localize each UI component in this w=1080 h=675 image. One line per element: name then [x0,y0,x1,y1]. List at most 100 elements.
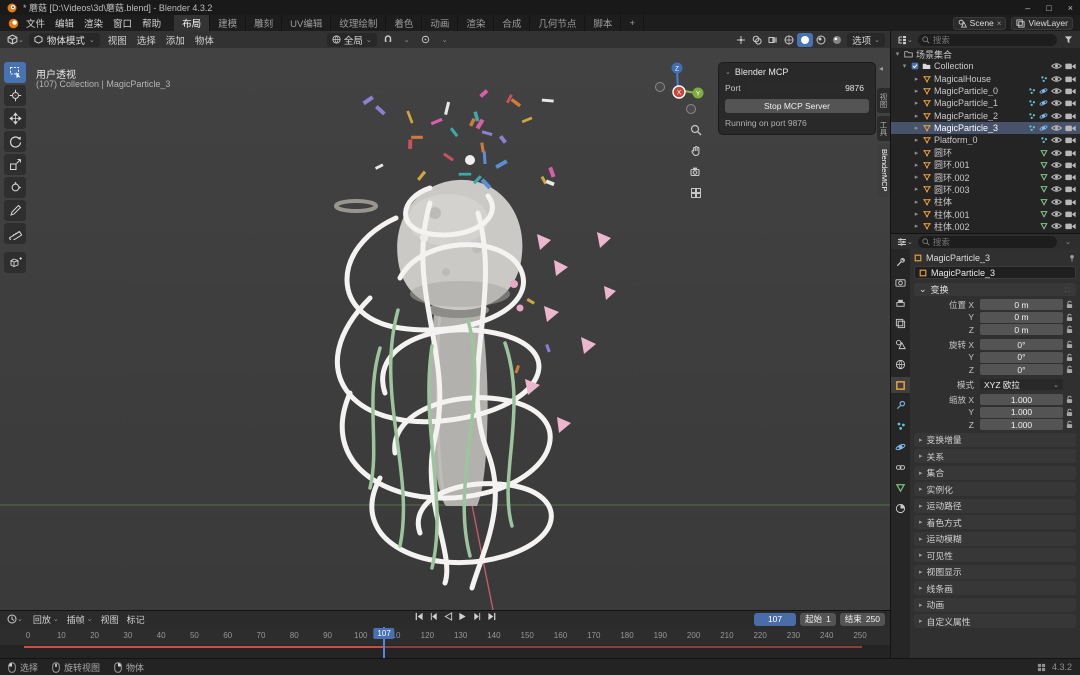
play-button[interactable] [458,612,467,621]
lock-icon[interactable] [1063,420,1076,429]
transform-value-field[interactable]: 0 m [980,299,1063,310]
properties-tab-tool[interactable] [891,254,911,270]
properties-tab-constraints[interactable] [891,459,911,475]
expand-arrow-icon[interactable]: ▸ [913,75,920,83]
hide-viewport-toggle[interactable] [1051,124,1062,132]
tool-annotate-button[interactable] [4,200,26,221]
outliner-item[interactable]: ▸ 柱体.001 [891,208,1080,220]
scene-selector[interactable]: Scene × [953,17,1007,30]
workspace-tab-animation[interactable]: 动画 [422,15,458,31]
workspace-tab-scripting[interactable]: 脚本 [585,15,621,31]
show-overlays-icon[interactable] [749,33,765,47]
expand-arrow-icon[interactable]: ▸ [913,87,920,95]
timeline-menu-playback[interactable]: 回放⌄ [29,613,63,626]
tool-cursor-button[interactable] [4,85,26,106]
property-section-header[interactable]: ▸着色方式 [914,515,1076,529]
properties-tab-material[interactable] [891,500,911,516]
lock-icon[interactable] [1063,300,1076,309]
hide-render-toggle[interactable] [1065,75,1076,83]
hide-viewport-toggle[interactable] [1051,62,1062,70]
proportional-editing-icon[interactable] [418,33,434,47]
hide-render-toggle[interactable] [1065,149,1076,157]
hide-render-toggle[interactable] [1065,161,1076,169]
hide-viewport-toggle[interactable] [1051,99,1062,107]
navigation-gizmo[interactable]: Z Y X [650,54,710,116]
outliner-item[interactable]: ▸ 圆环.001 [891,159,1080,171]
outliner-item[interactable]: ▸ Platform_0 [891,134,1080,146]
workspace-tab-texture-paint[interactable]: 纹理绘制 [331,15,386,31]
hide-render-toggle[interactable] [1065,210,1076,218]
camera-view-icon[interactable] [688,164,704,180]
hide-render-toggle[interactable] [1065,222,1076,230]
transform-value-field[interactable]: 0 m [980,312,1063,323]
sidebar-tab-视图[interactable]: 视图 [877,88,890,113]
outliner-item[interactable]: ▸ 圆环.003 [891,183,1080,195]
expand-arrow-icon[interactable]: ▸ [913,210,920,218]
workspace-tab-uv-editing[interactable]: UV编辑 [282,15,331,31]
timeline-menu-keying[interactable]: 插帧⌄ [63,613,97,626]
viewport-menu-select[interactable]: 选择 [132,33,161,47]
hide-viewport-toggle[interactable] [1051,161,1062,169]
expand-arrow-icon[interactable]: ▸ [913,198,920,206]
lock-icon[interactable] [1063,313,1076,322]
lock-icon[interactable] [1063,365,1076,374]
workspace-tab-add[interactable]: + [621,15,644,31]
toggle-xray-icon[interactable] [765,33,781,47]
sidebar-collapse-icon[interactable]: ◂ [879,64,883,73]
hide-render-toggle[interactable] [1065,62,1076,70]
properties-tab-particles[interactable] [891,418,911,434]
transform-panel-header[interactable]: ⌄ 变换 :: [914,283,1076,296]
expand-arrow-icon[interactable]: ▸ [913,124,920,132]
transform-value-field[interactable]: 0° [980,352,1063,363]
properties-tab-view-layer[interactable] [891,316,911,332]
property-section-header[interactable]: ▸变换增量 [914,433,1076,447]
outliner-item[interactable]: ▸ MagicalHouse [891,73,1080,85]
tool-select-box-button[interactable] [4,62,26,83]
transform-value-field[interactable]: 0° [980,339,1063,350]
filter-icon[interactable] [1060,33,1076,47]
transform-value-field[interactable]: 1.000 [980,394,1063,405]
prev-keyframe-button[interactable] [429,612,439,621]
properties-tab-object-data[interactable] [891,480,911,496]
zoom-icon[interactable] [688,122,704,138]
viewport-menu-view[interactable]: 视图 [103,33,132,47]
property-section-header[interactable]: ▸线条画 [914,581,1076,595]
expand-arrow-icon[interactable]: ▸ [913,149,920,157]
jump-to-end-button[interactable] [487,612,497,621]
hide-viewport-toggle[interactable] [1051,210,1062,218]
timeline-menu-view[interactable]: 视图 [97,613,123,626]
hide-render-toggle[interactable] [1065,124,1076,132]
port-field[interactable]: 9876 [747,82,869,94]
hide-viewport-toggle[interactable] [1051,112,1062,120]
object-name-field[interactable]: MagicParticle_3 [914,266,1076,279]
close-button[interactable]: × [1068,3,1073,13]
tool-move-button[interactable] [4,108,26,129]
stop-mcp-server-button[interactable]: Stop MCP Server [725,99,869,113]
workspace-tab-layout[interactable]: 布局 [174,15,210,31]
workspace-tab-compositing[interactable]: 合成 [494,15,530,31]
collapse-arrow-icon[interactable]: ⌄ [725,68,731,76]
snap-magnet-icon[interactable] [380,33,396,47]
properties-tab-world[interactable] [891,357,911,373]
properties-tab-physics[interactable] [891,439,911,455]
expand-arrow-icon[interactable]: ▸ [913,136,920,144]
playhead-frame-chip[interactable]: 107 [373,628,394,639]
scene-unlink-icon[interactable]: × [997,19,1002,28]
transform-value-field[interactable]: 0° [980,364,1063,375]
ortho-toggle-icon[interactable] [688,185,704,201]
property-section-header[interactable]: ▸实例化 [914,482,1076,496]
expand-arrow-icon[interactable]: ▾ [894,50,901,58]
lock-icon[interactable] [1063,325,1076,334]
next-keyframe-button[interactable] [472,612,482,621]
expand-arrow-icon[interactable]: ▾ [901,62,908,70]
hide-viewport-toggle[interactable] [1051,149,1062,157]
editor-type-properties-icon[interactable]: ⌄ [895,235,915,249]
transform-value-field[interactable]: 1.000 [980,419,1063,430]
outliner-item[interactable]: ▸ MagicParticle_3 [891,122,1080,134]
tool-scale-button[interactable] [4,154,26,175]
maximize-button[interactable]: □ [1046,3,1051,13]
sidebar-tab-工具[interactable]: 工具 [877,116,890,141]
outliner-search-input[interactable] [918,34,1057,46]
hide-render-toggle[interactable] [1065,112,1076,120]
menu-edit[interactable]: 编辑 [50,16,79,30]
